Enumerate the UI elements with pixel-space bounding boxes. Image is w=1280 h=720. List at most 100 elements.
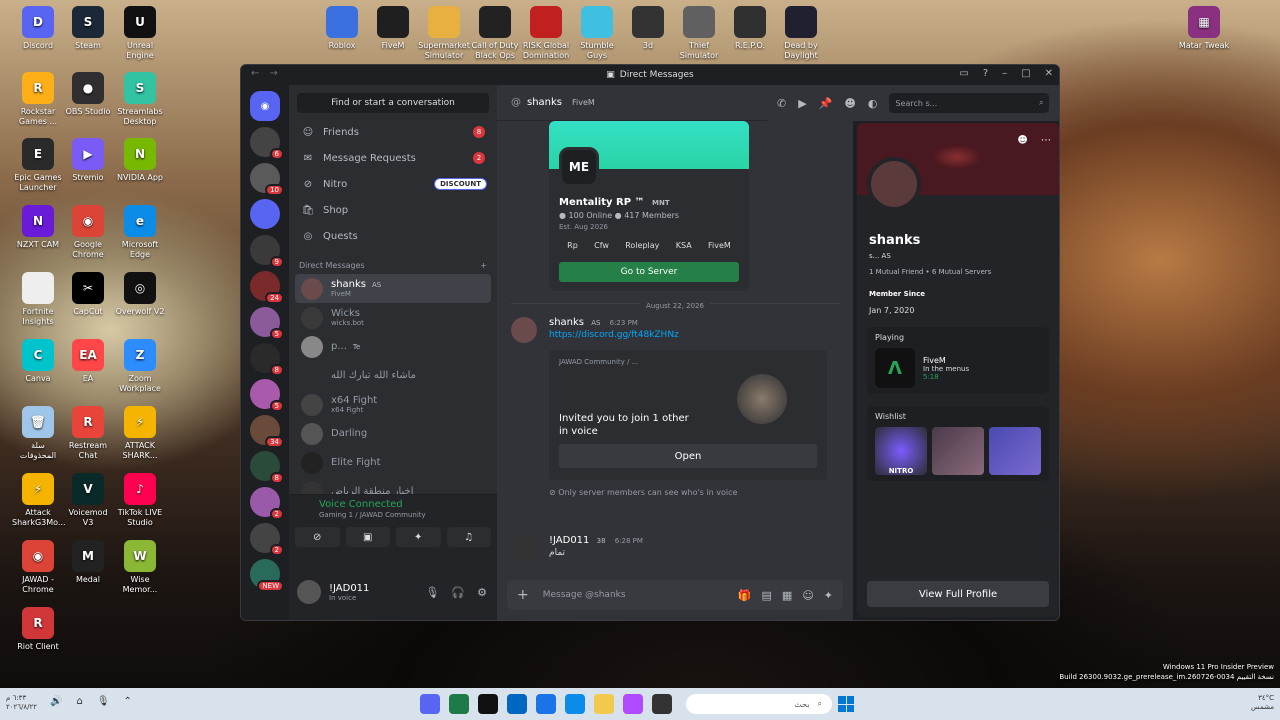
taskbar-app[interactable] bbox=[652, 694, 672, 714]
add-friend-icon[interactable]: ☻ bbox=[844, 97, 855, 110]
desktop-icon[interactable]: M Medal bbox=[62, 540, 114, 585]
maximize-button[interactable]: □ bbox=[1021, 68, 1030, 79]
server-icon[interactable]: 5 bbox=[250, 307, 284, 340]
camera-off-button[interactable]: ⊘ bbox=[295, 527, 340, 547]
volume-icon[interactable]: 🔊 bbox=[50, 696, 62, 707]
desktop-icon[interactable]: EA EA bbox=[62, 339, 114, 384]
taskbar-app[interactable] bbox=[536, 694, 556, 714]
desktop-icon[interactable]: Dead by Daylight bbox=[775, 6, 827, 61]
open-button[interactable]: Open bbox=[559, 444, 817, 468]
server-icon[interactable]: 6 bbox=[250, 127, 284, 160]
inbox-tray-icon[interactable]: ▭ bbox=[959, 68, 968, 79]
avatar[interactable] bbox=[511, 535, 537, 561]
server-icon[interactable]: 5 bbox=[250, 379, 284, 412]
activities-button[interactable]: ✦ bbox=[396, 527, 441, 547]
desktop-icon[interactable]: Roblox bbox=[316, 6, 368, 51]
desktop-icon[interactable]: R Restream Chat bbox=[62, 406, 114, 461]
desktop-icon[interactable]: Stumble Guys bbox=[571, 6, 623, 61]
more-options-icon[interactable]: ⋯ bbox=[1041, 135, 1051, 146]
nav-item-friends[interactable]: ☺ Friends 8 bbox=[289, 119, 497, 145]
taskbar-clock[interactable]: ٦:٣٣ م ٢٠٢٦/٨/٢٢ bbox=[6, 694, 37, 712]
add-attachment-icon[interactable]: + bbox=[517, 587, 529, 603]
chat-recipient[interactable]: shanks bbox=[527, 97, 562, 108]
desktop-icon[interactable]: ● OBS Studio bbox=[62, 72, 114, 117]
desktop-icon[interactable]: V Voicemod V3 bbox=[62, 473, 114, 528]
close-button[interactable]: ✕ bbox=[1045, 68, 1053, 79]
desktop-icon[interactable]: N NZXT CAM bbox=[12, 205, 64, 250]
avatar[interactable] bbox=[297, 580, 321, 604]
view-full-profile-button[interactable]: View Full Profile bbox=[867, 581, 1049, 607]
screen-share-button[interactable]: ▣ bbox=[345, 527, 390, 547]
wifi-icon[interactable]: ⌂ bbox=[76, 696, 82, 707]
desktop-icon[interactable]: ⚡ Attack SharkG3Mo... bbox=[12, 473, 66, 528]
dm-item[interactable]: p... Te bbox=[295, 332, 491, 361]
server-icon[interactable]: 34 bbox=[250, 415, 284, 448]
microphone-icon[interactable]: 🎙 bbox=[97, 696, 110, 707]
forward-arrow-icon[interactable]: → bbox=[269, 68, 277, 79]
message-input[interactable]: Message @shanks bbox=[543, 590, 626, 600]
settings-gear-icon[interactable]: ⚙ bbox=[477, 586, 487, 599]
desktop-icon[interactable]: ◉ JAWAD - Chrome bbox=[12, 540, 64, 595]
avatar[interactable] bbox=[511, 317, 537, 343]
desktop-icon[interactable]: ♪ TikTok LIVE Studio bbox=[114, 473, 166, 528]
gif-icon[interactable]: ▤ bbox=[762, 589, 772, 602]
desktop-icon[interactable]: W Wise Memor... bbox=[114, 540, 166, 595]
desktop-icon[interactable]: ◉ Google Chrome bbox=[62, 205, 114, 260]
voice-channel-label[interactable]: Gaming 1 / JAWAD Community bbox=[319, 511, 497, 519]
desktop-icon[interactable]: e Microsoft Edge bbox=[114, 205, 166, 260]
soundboard-button[interactable]: ♫ bbox=[446, 527, 491, 547]
taskbar-app[interactable] bbox=[565, 694, 585, 714]
desktop-icon[interactable]: N NVIDIA App bbox=[114, 138, 166, 183]
server-icon[interactable]: 8 bbox=[250, 343, 284, 376]
desktop-icon[interactable]: Thief Simulator bbox=[673, 6, 725, 61]
pin-icon[interactable]: 📌 bbox=[819, 97, 833, 110]
windows-start-icon[interactable] bbox=[838, 696, 854, 712]
desktop-icon[interactable]: S Streamlabs Desktop bbox=[114, 72, 166, 127]
desktop-icon[interactable]: Fortnite Insights bbox=[12, 272, 64, 327]
desktop-icon[interactable]: S Steam bbox=[62, 6, 114, 51]
wishlist-item[interactable] bbox=[932, 427, 984, 475]
taskbar-search[interactable]: بحث ⌕ bbox=[686, 694, 832, 714]
server-icon[interactable]: 2 bbox=[250, 487, 284, 520]
dm-item[interactable]: Wicks wicks.bot bbox=[295, 303, 491, 332]
desktop-icon[interactable]: R Rockstar Games ... bbox=[12, 72, 64, 127]
desktop-icon[interactable]: 🗑 سلة المحذوفات bbox=[12, 406, 64, 461]
create-dm-icon[interactable]: + bbox=[480, 261, 487, 270]
gift-icon[interactable]: 🎁 bbox=[738, 589, 752, 602]
desktop-icon[interactable]: ⚡ ATTACK SHARK... bbox=[114, 406, 166, 461]
server-icon[interactable]: 10 bbox=[250, 163, 284, 196]
user-profile-icon[interactable]: ◐ bbox=[868, 97, 878, 110]
voice-call-icon[interactable]: ✆ bbox=[777, 97, 786, 110]
avatar[interactable] bbox=[867, 157, 921, 211]
nav-item-nitro[interactable]: ⊘ Nitro DISCOUNT bbox=[289, 171, 497, 197]
desktop-icon[interactable]: U Unreal Engine bbox=[114, 6, 166, 61]
desktop-icon[interactable]: FiveM bbox=[367, 6, 419, 51]
sticker-icon[interactable]: ▦ bbox=[782, 589, 792, 602]
desktop-icon[interactable]: ◎ Overwolf V2 bbox=[114, 272, 166, 317]
server-icon[interactable]: NEW bbox=[250, 559, 284, 592]
desktop-icon-matar-tweak[interactable]: ▦ Matar Tweak bbox=[1178, 6, 1230, 51]
taskbar-app[interactable] bbox=[420, 694, 440, 714]
taskbar-app[interactable] bbox=[449, 694, 469, 714]
server-icon[interactable]: 8 bbox=[250, 451, 284, 484]
taskbar-app[interactable] bbox=[507, 694, 527, 714]
back-arrow-icon[interactable]: ← bbox=[251, 68, 259, 79]
desktop-icon[interactable]: C Canva bbox=[12, 339, 64, 384]
dm-item[interactable]: ماشاء الله تبارك الله bbox=[295, 361, 491, 390]
nav-item-quests[interactable]: ◎ Quests bbox=[289, 223, 497, 249]
search-input[interactable]: Search s... ⌕ bbox=[889, 93, 1050, 113]
home-button[interactable]: ◉ bbox=[250, 91, 280, 121]
nav-item-message-requests[interactable]: ✉ Message Requests 2 bbox=[289, 145, 497, 171]
desktop-icon[interactable]: Call of Duty Black Ops bbox=[469, 6, 521, 61]
add-friend-icon[interactable]: ☻ bbox=[1017, 135, 1027, 146]
desktop-icon[interactable]: 3d bbox=[622, 6, 674, 51]
video-call-icon[interactable]: ▶ bbox=[798, 97, 806, 110]
help-icon[interactable]: ? bbox=[983, 68, 988, 79]
taskbar-app[interactable] bbox=[478, 694, 498, 714]
find-conversation-button[interactable]: Find or start a conversation bbox=[297, 93, 489, 113]
minimize-button[interactable]: – bbox=[1002, 68, 1007, 79]
server-icon[interactable] bbox=[250, 199, 280, 229]
dm-item[interactable]: x64 Fight x64 Fight bbox=[295, 390, 491, 419]
desktop-icon[interactable]: E Epic Games Launcher bbox=[12, 138, 64, 193]
dm-item[interactable]: Elite Fight bbox=[295, 448, 491, 477]
